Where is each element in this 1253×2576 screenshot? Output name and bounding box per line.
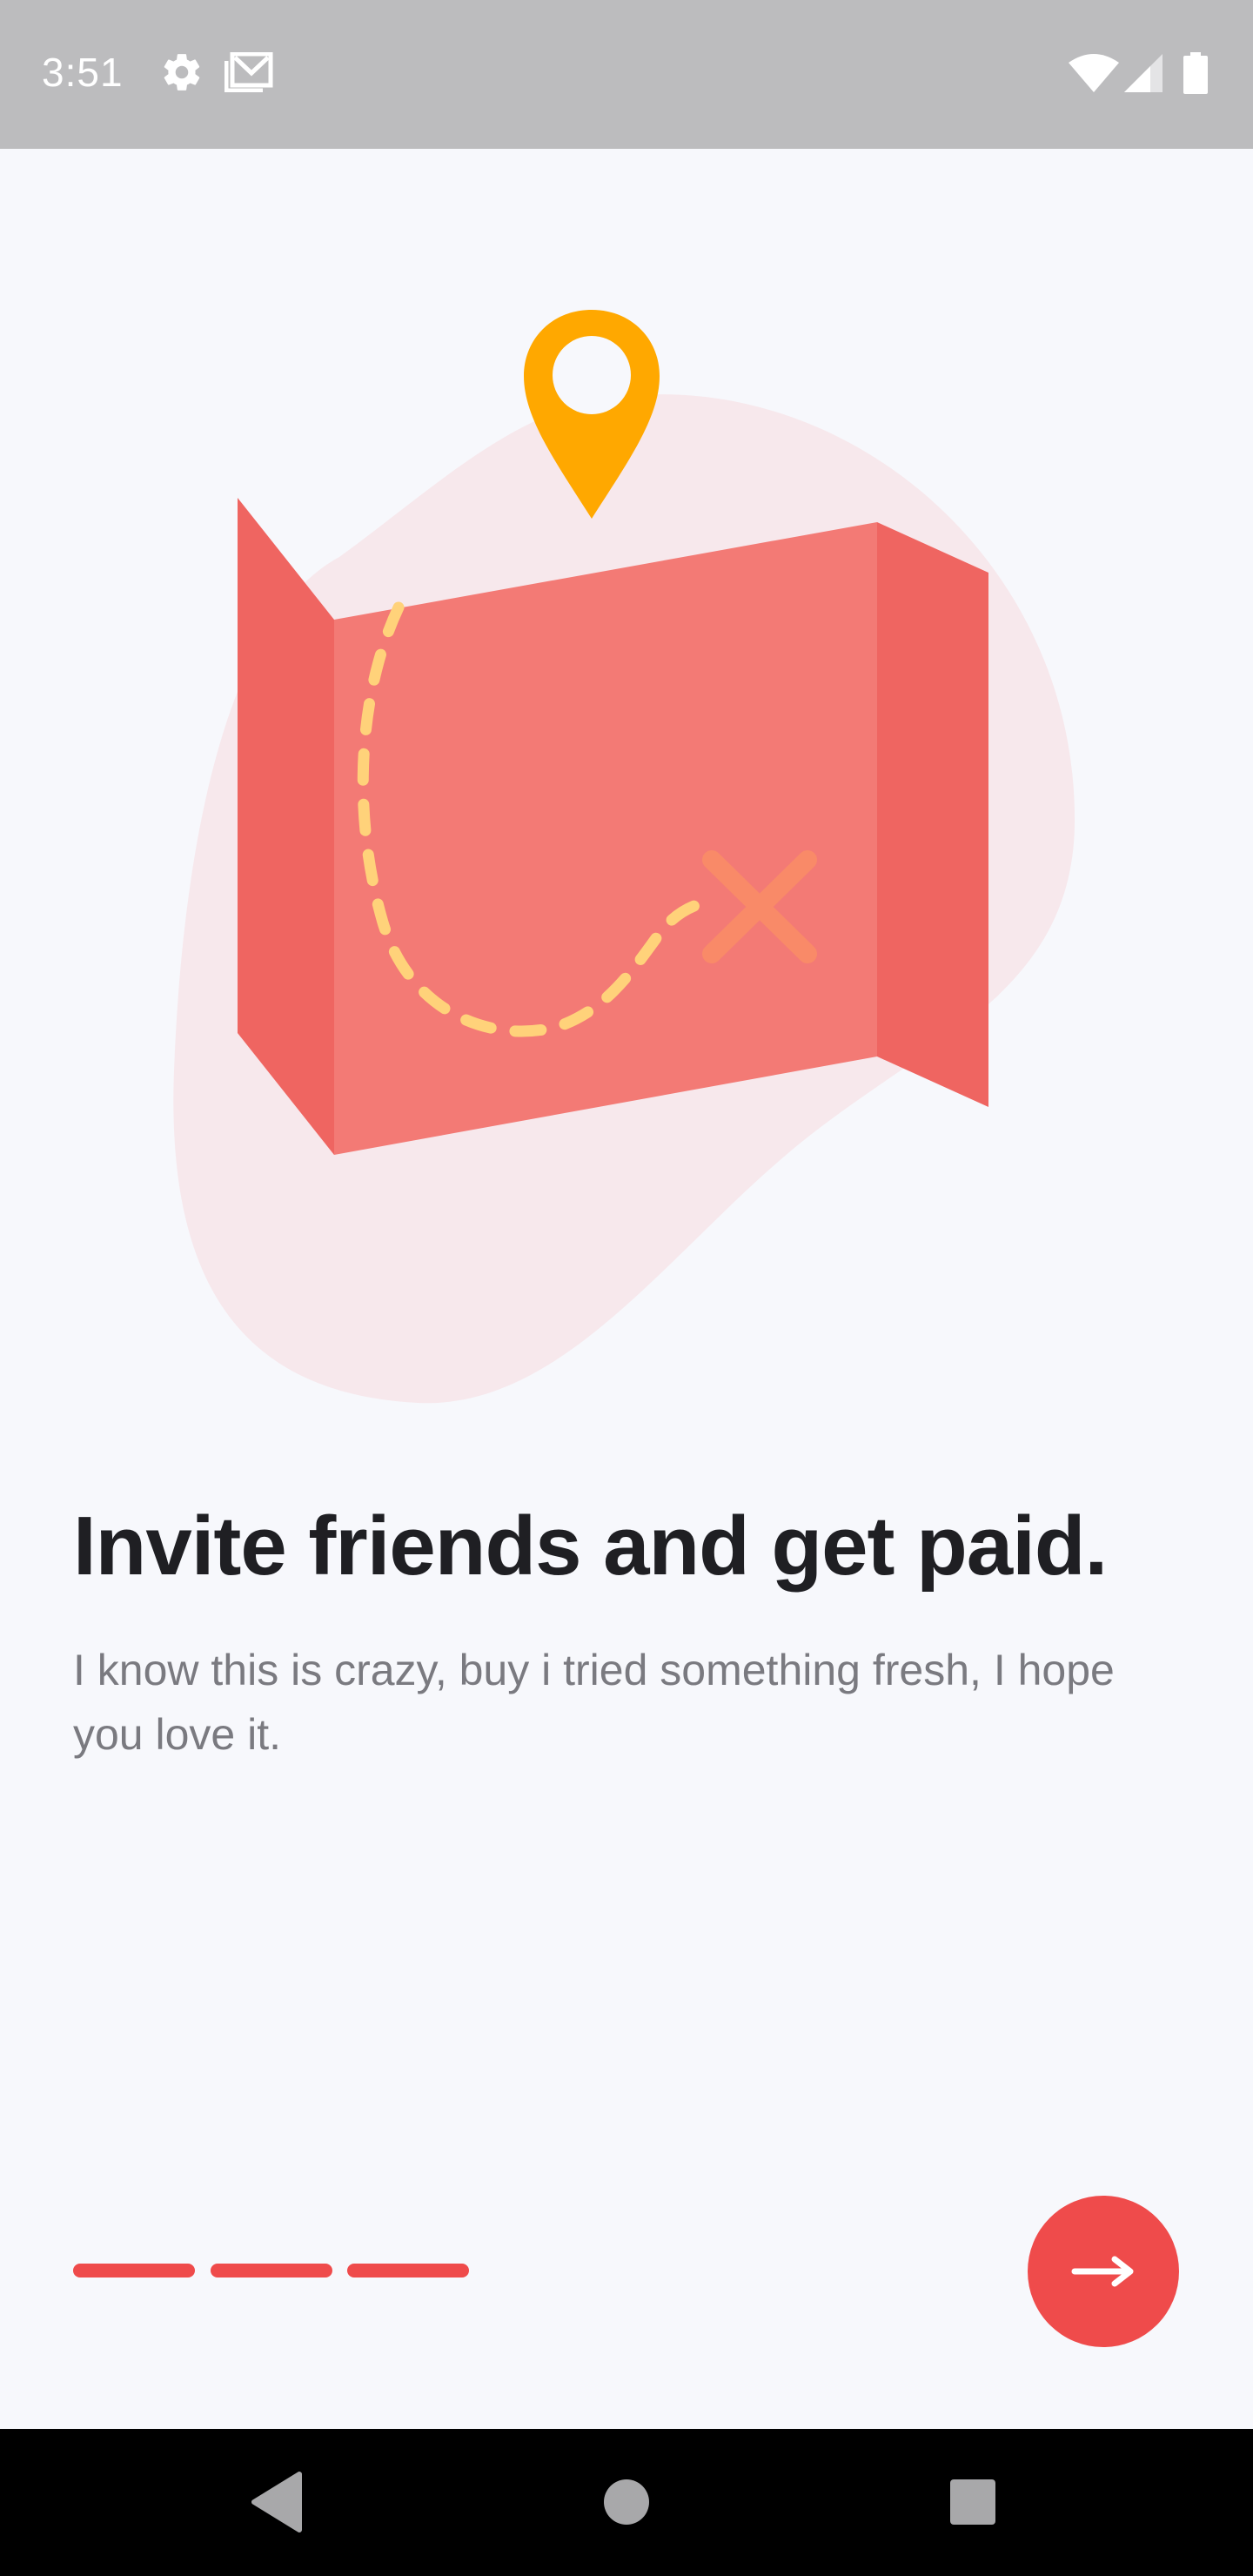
settings-icon (160, 50, 204, 98)
page-indicator-2 (211, 2264, 332, 2277)
status-time: 3:51 (42, 50, 124, 95)
battery-icon (1183, 52, 1208, 98)
next-button[interactable] (1028, 2196, 1179, 2347)
page-subtitle: I know this is crazy, buy i tried someth… (73, 1646, 1115, 1759)
page-title: Invite friends and get paid. (73, 1499, 1108, 1593)
home-button[interactable] (585, 2460, 668, 2544)
map-center-panel (334, 522, 877, 1155)
status-bar: 3:51 (0, 0, 1253, 149)
signal-icon (1124, 54, 1163, 97)
treasure-map-illustration (173, 310, 1075, 1404)
map-right-panel (877, 522, 988, 1107)
arrow-right-icon (1071, 2256, 1134, 2287)
home-icon (604, 2479, 649, 2525)
recents-icon (950, 2479, 995, 2525)
page-indicator-3 (347, 2264, 469, 2277)
navigation-bar (0, 2429, 1253, 2576)
back-icon (251, 2472, 302, 2532)
gmail-icon (224, 51, 273, 97)
wifi-icon (1069, 54, 1119, 97)
recents-button[interactable] (931, 2460, 1015, 2544)
back-button[interactable] (237, 2460, 320, 2544)
page-indicator-1 (73, 2264, 195, 2277)
